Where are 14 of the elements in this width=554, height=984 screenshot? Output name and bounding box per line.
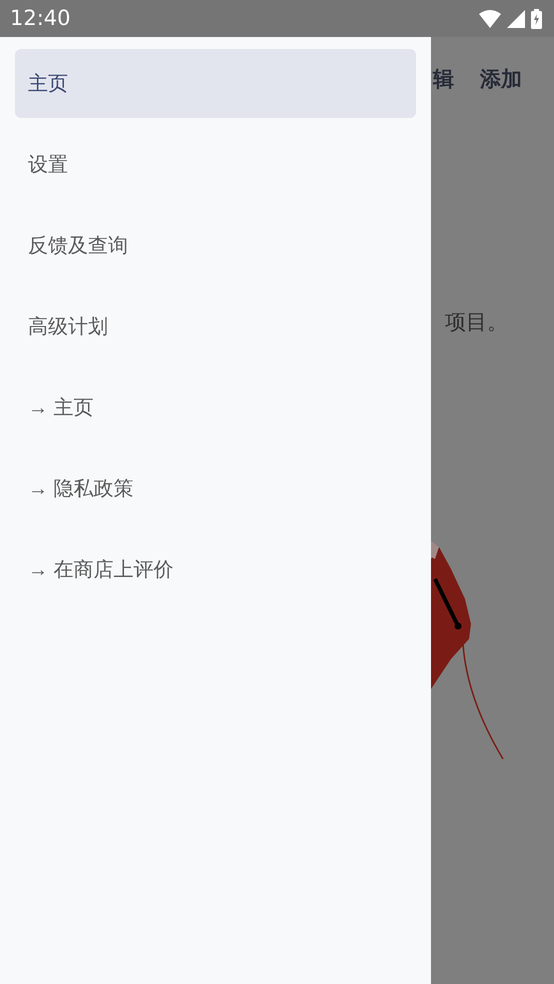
wifi-icon bbox=[479, 10, 501, 28]
drawer-item[interactable]: → 在商店上评价 bbox=[15, 535, 416, 604]
battery-icon bbox=[531, 8, 542, 28]
clock: 12:40 bbox=[10, 4, 71, 32]
drawer-item[interactable]: 高级计划 bbox=[15, 292, 416, 361]
toolbar-action[interactable]: 添加 bbox=[480, 64, 522, 96]
body-text: 项目。 bbox=[444, 310, 509, 336]
drawer-item[interactable]: 反馈及查询 bbox=[15, 211, 416, 280]
drawer-item[interactable]: 设置 bbox=[15, 130, 416, 199]
drawer-item[interactable]: 主页 bbox=[15, 49, 416, 118]
signal-icon bbox=[507, 10, 525, 28]
toolbar-action[interactable]: 辑 bbox=[433, 64, 454, 96]
drawer-item[interactable]: → 隐私政策 bbox=[15, 454, 416, 523]
drawer-item[interactable]: → 主页 bbox=[15, 373, 416, 442]
